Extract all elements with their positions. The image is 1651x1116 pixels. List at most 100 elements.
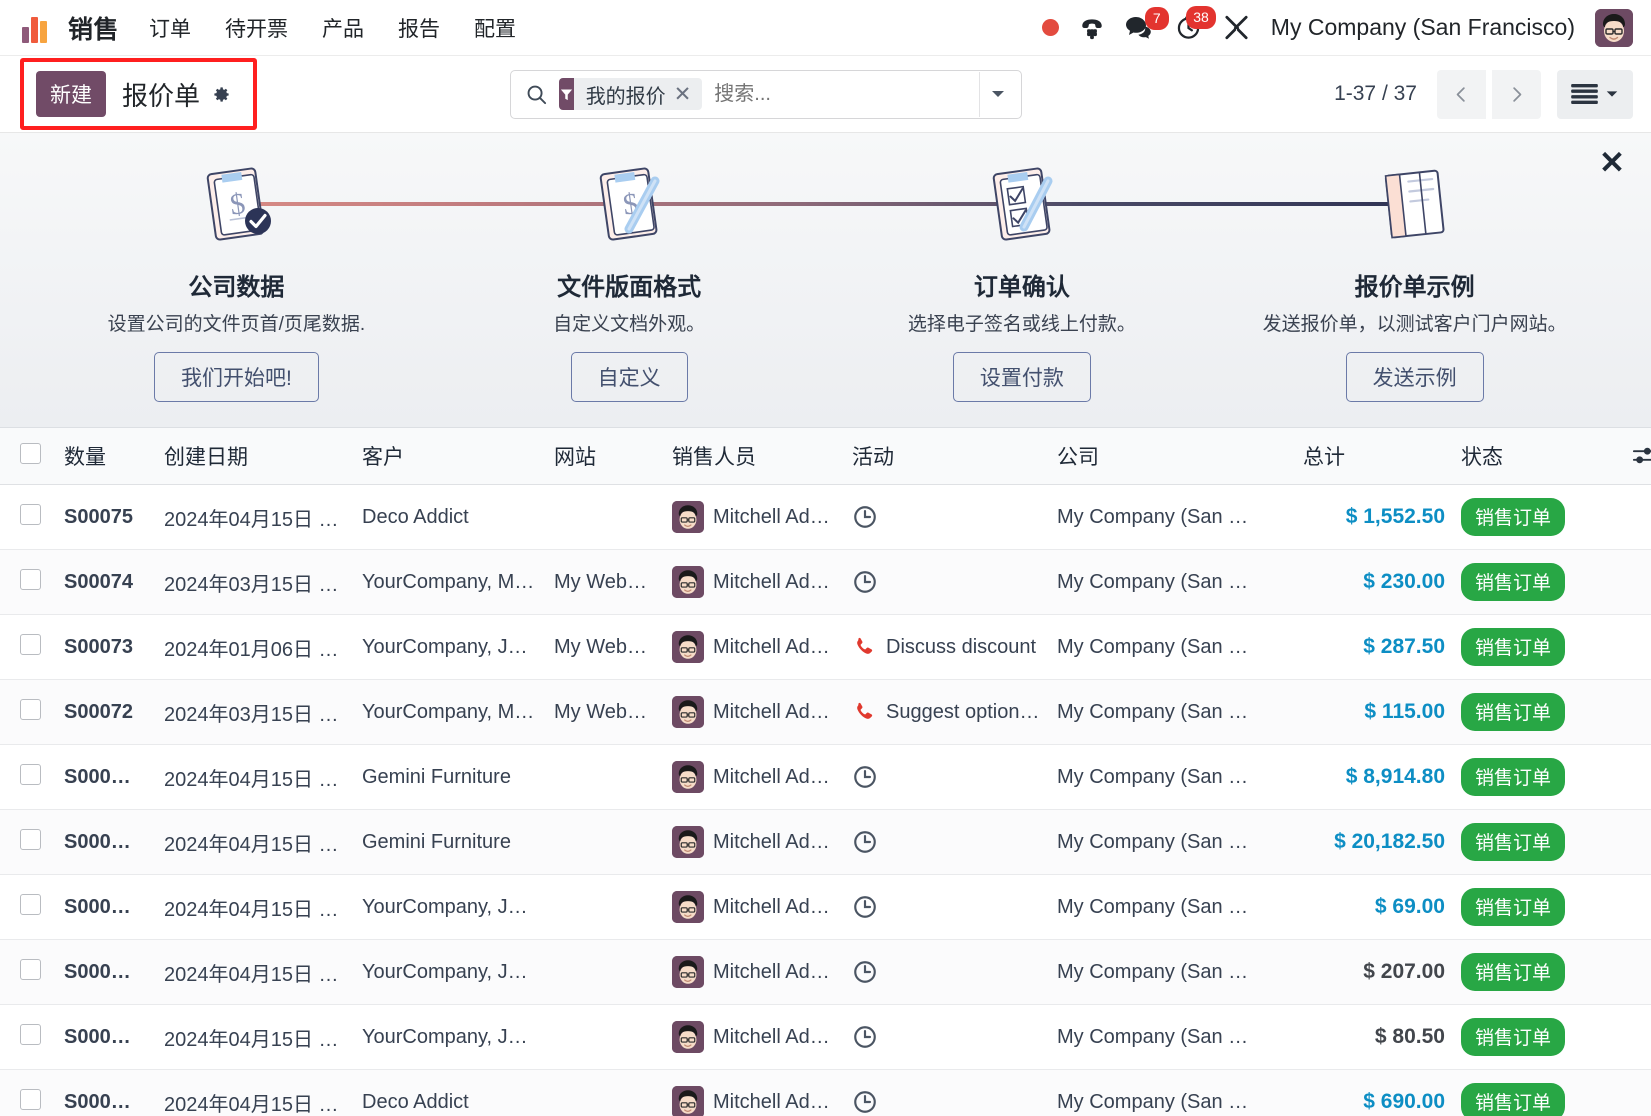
cell-creation-date: 2024年04月15日 0… [156,1069,354,1116]
row-checkbox[interactable] [20,958,41,980]
select-all-checkbox[interactable] [20,442,41,464]
avatar [672,696,704,728]
cell-order-name[interactable]: S00075 [56,484,156,550]
onboarding-step-button[interactable]: 发送示例 [1345,352,1484,402]
clock-icon[interactable] [852,894,878,920]
search-view[interactable]: 我的报价 ✕ [509,69,1022,119]
clock-icon[interactable] [852,764,878,790]
cell-total: $ 207.00 [1295,939,1453,1005]
column-header-company[interactable]: 公司 [1049,428,1295,485]
cell-options [1613,809,1651,875]
view-switcher-list-button[interactable] [1556,69,1633,119]
onboarding-step-button[interactable]: 设置付款 [952,352,1091,402]
record-dot-icon[interactable] [1041,19,1059,36]
cell-order-name[interactable]: S00072 [56,679,156,745]
table-row[interactable]: S00074 2024年03月15日 0… YourCompany, Mar… My … [0,549,1651,615]
nav-item-orders[interactable]: 订单 [149,13,191,43]
salesperson-name: Mitchell Adm… [713,960,836,983]
salesperson-name: Mitchell Adm… [713,570,836,593]
nav-item-configuration[interactable]: 配置 [474,13,516,43]
cell-activity [844,484,1049,550]
phone-dial-icon[interactable] [1079,15,1105,41]
column-header-activity[interactable]: 活动 [844,428,1049,485]
onboarding-step-button[interactable]: 自定义 [570,352,688,402]
table-row[interactable]: S00072 2024年03月15日 0… YourCompany, Mar… My … [0,679,1651,745]
row-checkbox[interactable] [20,893,41,915]
clock-icon[interactable] [852,829,878,855]
cell-order-name[interactable]: S00074 [56,549,156,615]
app-title[interactable]: 销售 [68,10,119,46]
close-icon[interactable]: ✕ [674,82,703,107]
pager-next-button[interactable] [1491,69,1541,119]
search-icon [525,83,548,106]
clock-icon[interactable] [852,1089,878,1115]
envelope-document-icon [1367,159,1463,255]
column-header-date[interactable]: 创建日期 [156,428,354,485]
tools-icon[interactable] [1222,13,1251,42]
phone-icon[interactable] [852,700,876,724]
onboarding-step-button[interactable]: 我们开始吧! [153,352,319,402]
column-options-header [1613,428,1651,485]
table-row[interactable]: S000… 2024年04月15日 0… YourCompany, Joel… Mit… [0,1004,1651,1070]
cell-company: My Company (San … [1049,549,1295,615]
clipboard-dollar-check-icon: $ [188,159,284,255]
cell-order-name[interactable]: S00073 [56,614,156,680]
column-header-customer[interactable]: 客户 [354,428,546,485]
search-input[interactable] [714,82,980,106]
row-checkbox[interactable] [20,763,41,785]
cell-order-name[interactable]: S000… [56,809,156,875]
onboarding-banner: ✕ $ 公司数据 设置公司的文件页首/页尾数据. 我们开始吧! $ 文件版面格式… [0,133,1651,428]
avatar[interactable] [1595,8,1633,47]
nav-item-reporting[interactable]: 报告 [398,13,440,43]
optional-columns-icon[interactable] [1621,446,1651,466]
column-header-status[interactable]: 状态 [1453,428,1613,485]
table-row[interactable]: S00073 2024年01月06日 0… YourCompany, Joel… My… [0,614,1651,680]
cell-status: 销售订单 [1453,744,1613,810]
avatar [672,891,704,923]
new-button[interactable]: 新建 [36,71,106,117]
row-checkbox[interactable] [20,503,41,525]
gear-icon[interactable] [212,85,231,104]
column-header-name[interactable]: 数量 [56,428,156,485]
cell-order-name[interactable]: S000… [56,1004,156,1070]
table-row[interactable]: S000… 2024年04月15日 0… Deco Addict Mitchell A… [0,1069,1651,1116]
nav-item-to-invoice[interactable]: 待开票 [225,13,288,43]
table-row[interactable]: S00075 2024年04月15日 0… Deco Addict Mitchell … [0,484,1651,550]
company-switcher[interactable]: My Company (San Francisco) [1271,14,1575,41]
pager-previous-button[interactable] [1436,69,1486,119]
table-row[interactable]: S000… 2024年04月15日 0… YourCompany, Joel… Mit… [0,874,1651,940]
phone-icon[interactable] [852,635,876,659]
messages-icon[interactable]: 7 [1125,6,1169,41]
messages-badge: 7 [1144,6,1169,30]
row-checkbox[interactable] [20,1023,41,1045]
table-row[interactable]: S000… 2024年04月15日 0… Gemini Furniture Mitch… [0,809,1651,875]
row-checkbox[interactable] [20,1088,41,1110]
column-header-website[interactable]: 网站 [546,428,664,485]
cell-order-name[interactable]: S000… [56,874,156,940]
row-checkbox[interactable] [20,633,41,655]
row-checkbox[interactable] [20,698,41,720]
activity-label: Suggest option… [886,700,1040,723]
cell-salesperson: Mitchell Adm… [664,744,844,810]
nav-item-products[interactable]: 产品 [322,13,364,43]
clock-icon[interactable] [852,959,878,985]
row-select-cell [0,744,56,810]
chevron-down-icon[interactable] [979,71,1016,117]
search-facet-my-quotations[interactable]: 我的报价 ✕ [558,78,703,110]
clock-icon[interactable] [852,569,878,595]
row-checkbox[interactable] [20,568,41,590]
cell-order-name[interactable]: S000… [56,939,156,1005]
cell-order-name[interactable]: S000… [56,744,156,810]
clock-icon[interactable] [852,1024,878,1050]
table-row[interactable]: S000… 2024年04月15日 0… Gemini Furniture Mitch… [0,744,1651,810]
activities-clock-icon[interactable]: 38 [1175,6,1216,41]
cell-order-name[interactable]: S000… [56,1069,156,1116]
table-row[interactable]: S000… 2024年04月15日 0… YourCompany, Joel… Mit… [0,939,1651,1005]
cell-options [1613,549,1651,615]
column-header-total[interactable]: 总计 [1295,428,1453,485]
clock-icon[interactable] [852,504,878,530]
column-header-salesperson[interactable]: 销售人员 [664,428,844,485]
row-checkbox[interactable] [20,828,41,850]
odoo-logo-icon[interactable] [22,13,52,43]
pager-counter[interactable]: 1-37 / 37 [1334,82,1417,106]
